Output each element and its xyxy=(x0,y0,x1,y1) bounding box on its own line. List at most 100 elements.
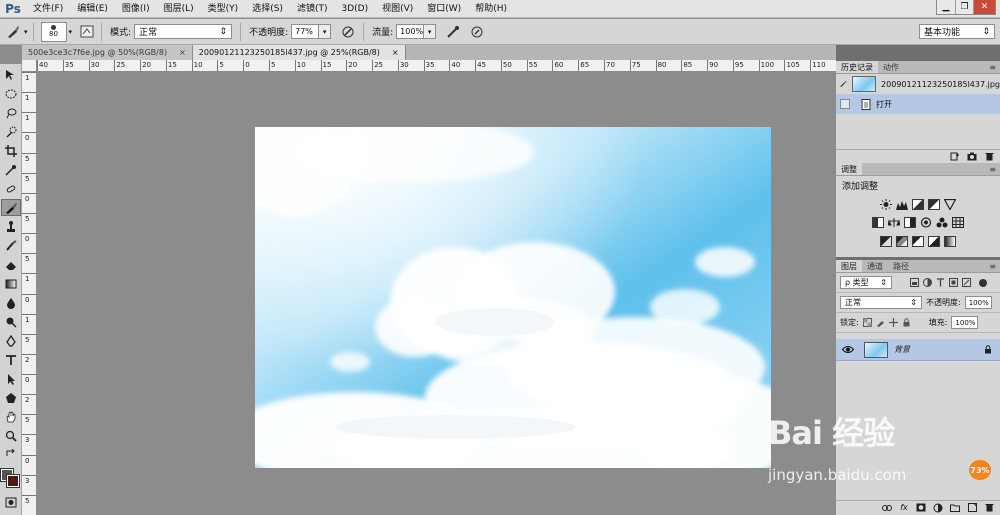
history-brush-icon[interactable] xyxy=(840,79,847,89)
mode-select[interactable]: 正常 ⇕ xyxy=(134,24,233,39)
opacity-dropdown-icon[interactable]: ▾ xyxy=(319,24,332,39)
panel-menu-icon[interactable]: ≡ xyxy=(989,165,996,174)
history-snapshot[interactable]: 20090121123250185l437.jpg xyxy=(836,74,1000,94)
tab-actions[interactable]: 动作 xyxy=(878,61,904,73)
delete-layer-trash-icon[interactable] xyxy=(984,503,994,512)
menu-select[interactable]: 选择(S) xyxy=(245,0,290,18)
brush-picker-dropdown-icon[interactable]: ▾ xyxy=(69,28,73,36)
horizontal-ruler[interactable]: 40 35 30 25 20 15 10 5 0 5 10 15 20 25 30 35 40 45 50 55 60 6… xyxy=(37,60,836,72)
vibrance-icon[interactable] xyxy=(944,199,956,210)
color-lookup-icon[interactable] xyxy=(952,217,964,228)
opacity-input[interactable]: 77% xyxy=(291,24,320,39)
quick-mask-icon[interactable] xyxy=(1,494,21,511)
move-tool-icon[interactable] xyxy=(1,66,21,83)
brush-panel-toggle-icon[interactable] xyxy=(78,23,96,41)
clone-stamp-tool-icon[interactable] xyxy=(1,218,21,235)
brightness-contrast-icon[interactable] xyxy=(880,199,892,210)
add-mask-icon[interactable] xyxy=(916,503,926,512)
color-balance-icon[interactable] xyxy=(888,217,900,228)
new-document-from-state-icon[interactable] xyxy=(950,152,960,161)
filter-pixel-icon[interactable] xyxy=(910,278,919,287)
type-tool-icon[interactable] xyxy=(1,351,21,368)
ruler-corner[interactable] xyxy=(22,60,37,72)
tab-adjustments[interactable]: 调整 xyxy=(836,163,862,175)
menu-view[interactable]: 视图(V) xyxy=(375,0,420,18)
posterize-icon[interactable] xyxy=(896,236,908,247)
marquee-tool-icon[interactable] xyxy=(1,85,21,102)
brush-tool-preset-icon[interactable] xyxy=(4,23,22,41)
panel-menu-icon[interactable]: ≡ xyxy=(989,63,996,72)
restore-button[interactable]: ❐ xyxy=(955,0,973,14)
menu-3d[interactable]: 3D(D) xyxy=(334,0,375,18)
blend-mode-select[interactable]: 正常 ⇕ xyxy=(840,296,922,309)
layer-name[interactable]: 背景 xyxy=(894,344,978,355)
layer-opacity-input[interactable]: 100% xyxy=(964,296,992,309)
curves-icon[interactable] xyxy=(912,199,924,210)
tab-close-icon[interactable]: × xyxy=(392,48,399,57)
new-adjustment-layer-icon[interactable] xyxy=(933,503,943,512)
flow-input[interactable]: 100% xyxy=(396,24,425,39)
menu-image[interactable]: 图像(I) xyxy=(115,0,157,18)
eraser-tool-icon[interactable] xyxy=(1,256,21,273)
brush-tool-icon[interactable] xyxy=(1,199,21,216)
menu-edit[interactable]: 编辑(E) xyxy=(70,0,115,18)
swap-colors-icon[interactable] xyxy=(1,448,21,458)
fx-layer-style-icon[interactable]: fx xyxy=(899,503,909,512)
vertical-ruler[interactable]: 1110550505101520253035 xyxy=(22,72,37,515)
pressure-opacity-icon[interactable] xyxy=(339,23,357,41)
lock-all-icon[interactable] xyxy=(902,318,911,327)
document-tab-2[interactable]: 20090121123250185l437.jpg @ 25%(RGB/8) × xyxy=(192,45,406,60)
channel-mixer-icon[interactable] xyxy=(936,217,948,228)
tab-close-icon[interactable]: × xyxy=(179,48,186,57)
airbrush-icon[interactable] xyxy=(444,23,462,41)
selective-color-icon[interactable] xyxy=(928,236,940,247)
menu-file[interactable]: 文件(F) xyxy=(26,0,70,18)
lock-pixels-icon[interactable] xyxy=(876,318,885,327)
new-group-folder-icon[interactable] xyxy=(950,503,960,512)
exposure-icon[interactable] xyxy=(928,199,940,210)
tab-channels[interactable]: 通道 xyxy=(862,260,888,272)
history-step-open[interactable]: 打开 xyxy=(836,94,1000,114)
tab-paths[interactable]: 路径 xyxy=(888,260,914,272)
document-tab-1[interactable]: 500e3ce3c7f6e.jpg @ 50%(RGB/8) × xyxy=(22,45,193,60)
photo-filter-icon[interactable] xyxy=(920,217,932,228)
black-white-icon[interactable] xyxy=(904,217,916,228)
background-color-swatch[interactable] xyxy=(6,474,20,488)
zoom-level-badge[interactable]: 73% xyxy=(969,460,991,480)
levels-icon[interactable] xyxy=(896,199,908,210)
sky-photo-canvas[interactable] xyxy=(255,127,771,468)
layer-visibility-eye-icon[interactable] xyxy=(842,345,854,354)
layer-row-background[interactable]: 背景 xyxy=(836,339,1000,361)
crop-tool-icon[interactable] xyxy=(1,142,21,159)
minimize-button[interactable]: ▁ xyxy=(937,0,955,14)
menu-type[interactable]: 类型(Y) xyxy=(201,0,246,18)
tool-preset-dropdown-icon[interactable]: ▾ xyxy=(24,28,28,36)
pen-tool-icon[interactable] xyxy=(1,332,21,349)
brush-size-picker[interactable]: 80 xyxy=(40,21,67,42)
threshold-icon[interactable] xyxy=(912,236,924,247)
filter-toggle-icon[interactable] xyxy=(979,278,987,287)
blur-tool-icon[interactable] xyxy=(1,294,21,311)
menu-layer[interactable]: 图层(L) xyxy=(157,0,201,18)
layer-fill-input[interactable]: 100% xyxy=(951,316,979,329)
dodge-tool-icon[interactable] xyxy=(1,313,21,330)
camera-snapshot-icon[interactable] xyxy=(967,152,977,161)
zoom-tool-icon[interactable] xyxy=(1,427,21,444)
menu-window[interactable]: 窗口(W) xyxy=(420,0,468,18)
filter-shape-icon[interactable] xyxy=(949,278,958,287)
panel-menu-icon[interactable]: ≡ xyxy=(989,262,996,271)
healing-brush-tool-icon[interactable] xyxy=(1,180,21,197)
flow-dropdown-icon[interactable]: ▾ xyxy=(424,24,437,39)
lock-position-icon[interactable] xyxy=(888,318,898,327)
new-layer-icon[interactable] xyxy=(967,503,977,512)
menu-help[interactable]: 帮助(H) xyxy=(468,0,514,18)
menu-filter[interactable]: 滤镜(T) xyxy=(290,0,335,18)
eyedropper-tool-icon[interactable] xyxy=(1,161,21,178)
close-button[interactable]: ✕ xyxy=(973,0,995,14)
document-canvas-area[interactable] xyxy=(37,72,836,515)
layer-filter-select[interactable]: ρ 类型 ⇕ xyxy=(840,276,892,289)
trash-icon[interactable] xyxy=(984,152,994,161)
workspace-select[interactable]: 基本功能 ⇕ xyxy=(919,24,995,39)
gradient-map-icon[interactable] xyxy=(944,236,956,247)
lasso-tool-icon[interactable] xyxy=(1,104,21,121)
